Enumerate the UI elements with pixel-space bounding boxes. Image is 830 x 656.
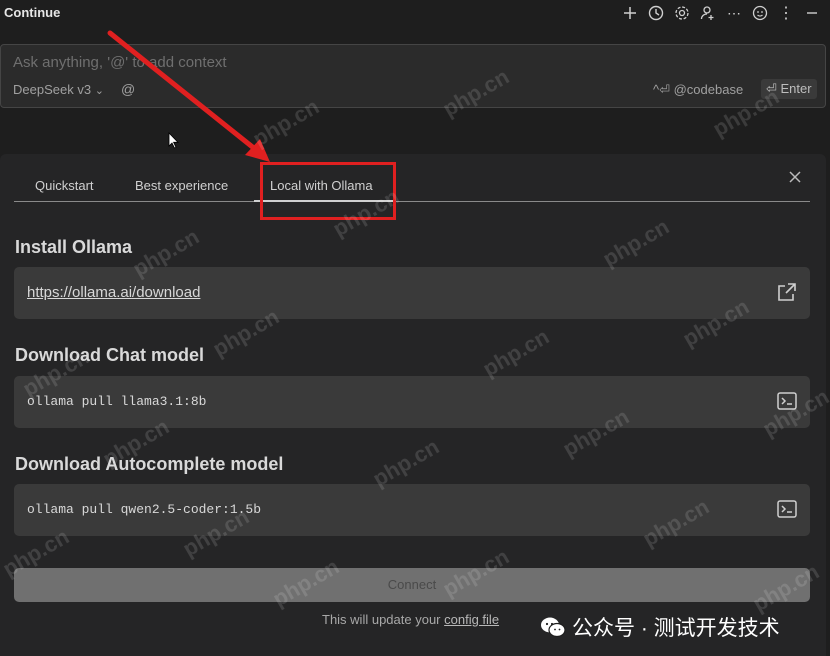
tab-quickstart[interactable]: Quickstart: [35, 178, 94, 193]
tab-best-experience[interactable]: Best experience: [135, 178, 228, 193]
terminal-icon[interactable]: [776, 498, 798, 520]
add-user-icon[interactable]: [698, 3, 718, 23]
autocomplete-model-card[interactable]: ollama pull qwen2.5-coder:1.5b: [14, 484, 810, 536]
kebab-icon[interactable]: ⋮: [776, 3, 796, 23]
external-link-icon[interactable]: [776, 281, 798, 303]
config-file-link[interactable]: config file: [444, 612, 499, 627]
chat-model-card[interactable]: ollama pull llama3.1:8b: [14, 376, 810, 428]
minimize-icon[interactable]: [802, 3, 822, 23]
footer-text: This will update your: [322, 612, 445, 627]
terminal-icon[interactable]: [776, 390, 798, 412]
footer-note: This will update your config file: [322, 612, 499, 627]
app-title: Continue: [4, 5, 61, 20]
wechat-watermark: 公众号 · 测试开发技术: [540, 612, 780, 642]
tabs-divider: [14, 201, 810, 202]
model-name: DeepSeek v3: [13, 82, 92, 97]
model-select[interactable]: DeepSeek v3 ⌄: [13, 82, 104, 97]
autocomplete-model-command: ollama pull qwen2.5-coder:1.5b: [27, 502, 262, 517]
section-title-chat-model: Download Chat model: [15, 345, 204, 365]
gear-icon[interactable]: [672, 3, 692, 23]
title-bar: Continue ⋯ ⋮: [0, 0, 830, 26]
annotation-highlight-box: [260, 162, 396, 220]
wechat-brand-text: 公众号 · 测试开发技术: [572, 617, 780, 640]
section-title-autocomplete-model: Download Autocomplete model: [15, 454, 284, 474]
enter-button[interactable]: ⏎ Enter: [761, 79, 817, 99]
wechat-icon: [541, 617, 566, 638]
download-link[interactable]: https://ollama.ai/download: [27, 284, 200, 301]
emoji-icon[interactable]: [750, 3, 770, 23]
more-icon[interactable]: ⋯: [724, 3, 744, 23]
history-icon[interactable]: [646, 3, 666, 23]
chat-model-command: ollama pull llama3.1:8b: [27, 394, 207, 409]
annotation-arrow: [107, 30, 270, 162]
setup-panel: Quickstart Best experience Local with Ol…: [0, 154, 826, 656]
section-title-install: Install Ollama: [15, 237, 133, 257]
connect-button[interactable]: Connect: [14, 568, 810, 602]
install-ollama-card[interactable]: https://ollama.ai/download: [14, 267, 810, 319]
plus-icon[interactable]: [620, 3, 640, 23]
codebase-hint: ^⏎ @codebase: [653, 82, 744, 97]
close-icon[interactable]: [788, 168, 802, 189]
